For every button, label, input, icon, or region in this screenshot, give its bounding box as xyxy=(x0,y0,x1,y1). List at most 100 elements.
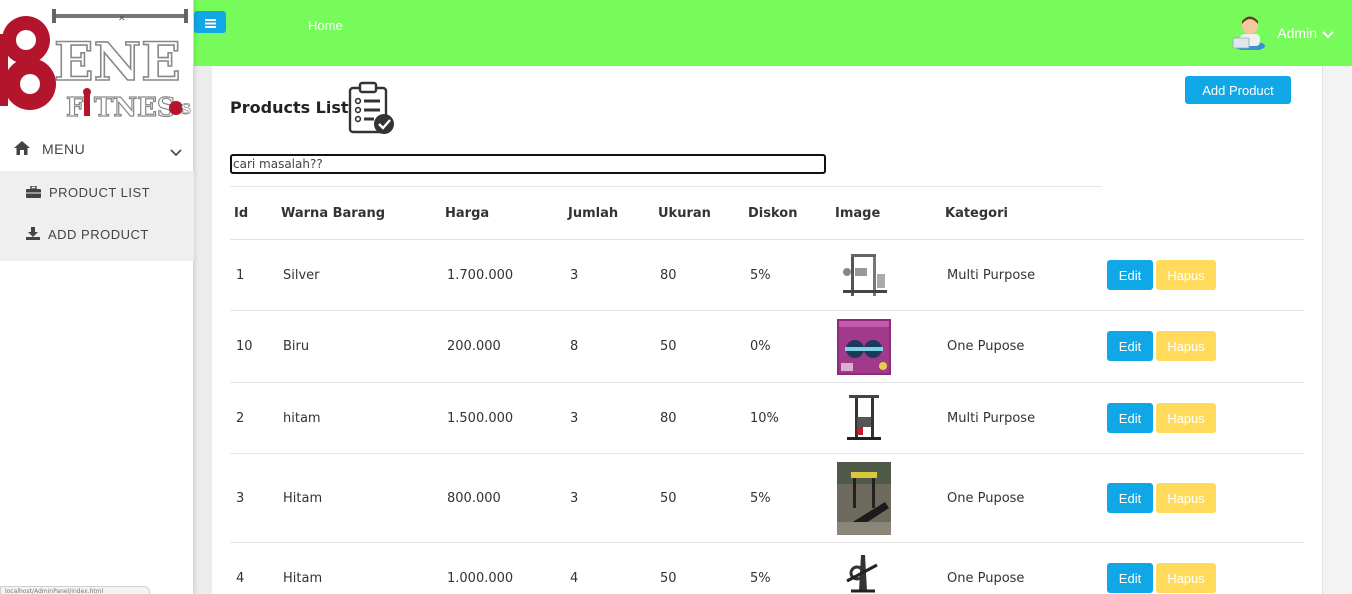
svg-text:S: S xyxy=(181,102,191,118)
product-image xyxy=(837,319,891,379)
edit-button[interactable]: Edit xyxy=(1107,563,1153,593)
products-panel: Products List Add Product Id Warna Baran… xyxy=(212,66,1322,594)
column-header-ukuran: Ukuran xyxy=(658,206,711,221)
cell-warna: Silver xyxy=(283,268,320,283)
user-name: Admin xyxy=(1277,25,1317,41)
cell-ukuran: 80 xyxy=(660,411,677,426)
sidebar-submenu: PRODUCT LIST ADD PRODUCT xyxy=(0,171,194,261)
column-header-diskon: Diskon xyxy=(748,206,798,221)
delete-button[interactable]: Hapus xyxy=(1156,483,1216,513)
column-header-jumlah: Jumlah xyxy=(568,206,619,221)
cell-ukuran: 80 xyxy=(660,268,677,283)
column-header-image: Image xyxy=(835,206,881,221)
edit-button[interactable]: Edit xyxy=(1107,331,1153,361)
divider xyxy=(230,186,1102,187)
cell-ukuran: 50 xyxy=(660,491,677,506)
sidebar-item-add-product[interactable]: ADD PRODUCT xyxy=(0,213,194,255)
product-image xyxy=(837,391,891,449)
sidebar-menu-toggle[interactable]: MENU xyxy=(0,128,194,170)
delete-button[interactable]: Hapus xyxy=(1156,260,1216,290)
sidebar-item-product-list[interactable]: PRODUCT LIST xyxy=(0,171,194,213)
cell-id: 1 xyxy=(236,268,245,283)
brand-logo[interactable]: ✕ ENE F TNES S xyxy=(0,6,194,118)
column-header-warna: Warna Barang xyxy=(281,206,386,221)
cell-jumlah: 4 xyxy=(570,571,579,586)
cell-diskon: 5% xyxy=(750,268,771,283)
cell-id: 10 xyxy=(236,339,253,354)
cell-ukuran: 50 xyxy=(660,571,677,586)
cell-jumlah: 3 xyxy=(570,491,579,506)
table-header: Id Warna Barang Harga Jumlah Ukuran Disk… xyxy=(230,188,1304,240)
cell-diskon: 5% xyxy=(750,571,771,586)
table-row: 2 hitam 1.500.000 3 80 10% Multi Purpose… xyxy=(230,383,1304,454)
cell-id: 4 xyxy=(236,571,245,586)
brand-logo-graphic: ✕ ENE F TNES S xyxy=(0,9,192,118)
column-header-id: Id xyxy=(234,206,249,221)
cell-jumlah: 8 xyxy=(570,339,579,354)
edit-button[interactable]: Edit xyxy=(1107,260,1153,290)
download-icon xyxy=(26,225,40,244)
page-title: Products List xyxy=(230,98,349,117)
cell-harga: 1.700.000 xyxy=(447,268,514,283)
svg-text:ENE: ENE xyxy=(54,32,181,93)
cell-warna: Hitam xyxy=(283,491,323,506)
table-row: 3 Hitam 800.000 3 50 5% One Pupose Edit … xyxy=(230,454,1304,543)
hamburger-icon xyxy=(204,13,216,32)
cell-diskon: 10% xyxy=(750,411,779,426)
svg-text:TNES: TNES xyxy=(94,93,176,118)
cell-harga: 200.000 xyxy=(447,339,501,354)
column-header-harga: Harga xyxy=(445,206,490,221)
cell-id: 3 xyxy=(236,491,245,506)
sidebar-item-label: ADD PRODUCT xyxy=(48,226,149,242)
search-input[interactable] xyxy=(230,154,826,174)
sidebar: ✕ ENE F TNES S MENU PRODUCT LIST ADD PRO… xyxy=(0,0,194,594)
sidebar-item-label: PRODUCT LIST xyxy=(49,184,151,200)
sidebar-menu-label: MENU xyxy=(42,141,86,157)
column-header-kategori: Kategori xyxy=(945,206,1008,221)
menu-toggle-button[interactable] xyxy=(194,11,226,33)
cell-warna: Biru xyxy=(283,339,310,354)
briefcase-icon xyxy=(26,183,41,202)
cell-kategori: One Pupose xyxy=(947,491,1025,506)
chevron-down-icon xyxy=(1322,24,1334,43)
cell-jumlah: 3 xyxy=(570,411,579,426)
cell-harga: 1.000.000 xyxy=(447,571,514,586)
table-row: 1 Silver 1.700.000 3 80 5% Multi Purpose xyxy=(230,240,1304,311)
avatar xyxy=(1231,12,1269,54)
delete-button[interactable]: Hapus xyxy=(1156,331,1216,361)
cell-kategori: One Pupose xyxy=(947,571,1025,586)
clipboard-check-icon xyxy=(346,80,400,136)
page-scrollbar[interactable] xyxy=(1322,66,1352,594)
status-bar-url: localhost/AdminPanel/index.html xyxy=(0,586,150,594)
delete-button[interactable]: Hapus xyxy=(1156,563,1216,593)
product-image xyxy=(837,462,891,539)
product-image xyxy=(837,250,891,306)
delete-button[interactable]: Hapus xyxy=(1156,403,1216,433)
nav-home-link[interactable]: Home xyxy=(308,18,343,33)
cell-harga: 1.500.000 xyxy=(447,411,514,426)
edit-button[interactable]: Edit xyxy=(1107,403,1153,433)
products-table: Id Warna Barang Harga Jumlah Ukuran Disk… xyxy=(230,188,1304,594)
add-product-button[interactable]: Add Product xyxy=(1185,76,1291,104)
home-icon xyxy=(14,140,30,159)
edit-button[interactable]: Edit xyxy=(1107,483,1153,513)
svg-text:✕: ✕ xyxy=(118,13,126,23)
table-row: 4 Hitam 1.000.000 4 50 5% One Pupose Edi… xyxy=(230,543,1304,594)
product-image xyxy=(837,551,891,594)
svg-text:F: F xyxy=(66,93,85,118)
cell-harga: 800.000 xyxy=(447,491,501,506)
cell-kategori: One Pupose xyxy=(947,339,1025,354)
cell-warna: hitam xyxy=(283,411,321,426)
cell-kategori: Multi Purpose xyxy=(947,411,1036,426)
cell-jumlah: 3 xyxy=(570,268,579,283)
top-navbar: Home Admin xyxy=(194,0,1352,66)
cell-diskon: 5% xyxy=(750,491,771,506)
cell-id: 2 xyxy=(236,411,245,426)
user-menu[interactable]: Admin xyxy=(1231,12,1334,54)
cell-warna: Hitam xyxy=(283,571,323,586)
cell-diskon: 0% xyxy=(750,339,771,354)
chevron-down-icon xyxy=(170,142,182,161)
cell-kategori: Multi Purpose xyxy=(947,268,1036,283)
table-row: 10 Biru 200.000 8 50 0% One Pupose Edit … xyxy=(230,311,1304,383)
cell-ukuran: 50 xyxy=(660,339,677,354)
